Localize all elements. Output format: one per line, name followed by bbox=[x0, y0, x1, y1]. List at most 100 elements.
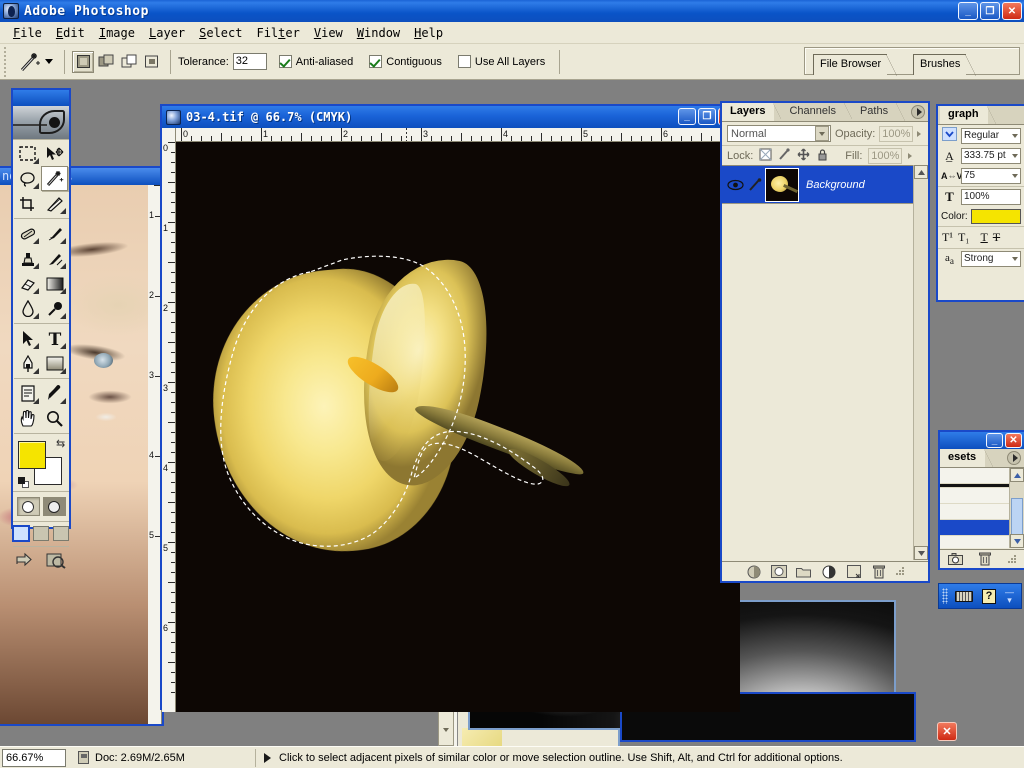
options-bar-gripper[interactable] bbox=[2, 46, 10, 77]
history-brush-tool[interactable] bbox=[41, 246, 68, 271]
layer-style-icon[interactable] bbox=[746, 564, 762, 579]
list-item[interactable] bbox=[940, 504, 1009, 520]
menu-item-filter[interactable]: Filter bbox=[249, 24, 306, 42]
intersect-with-selection-button[interactable] bbox=[141, 50, 163, 73]
text-color-swatch[interactable] bbox=[970, 209, 1021, 224]
lock-position-icon[interactable] bbox=[797, 148, 810, 164]
notes-tool[interactable] bbox=[14, 381, 41, 406]
horizontal-scale-input[interactable]: 100% bbox=[961, 189, 1021, 205]
antialias-dropdown[interactable]: Strong bbox=[961, 251, 1021, 267]
move-tool[interactable] bbox=[41, 141, 68, 166]
close-button[interactable]: ✕ bbox=[1005, 433, 1022, 448]
jump-to-imageready-icon[interactable] bbox=[16, 552, 38, 572]
clone-stamp-tool[interactable] bbox=[14, 246, 41, 271]
tolerance-input[interactable]: 32 bbox=[232, 53, 267, 70]
tab-layers[interactable]: Layers bbox=[722, 103, 784, 121]
standard-mode-button[interactable] bbox=[16, 497, 40, 516]
superscript-button[interactable]: T¹ bbox=[942, 230, 953, 245]
brush-tool[interactable] bbox=[41, 221, 68, 246]
lock-transparency-icon[interactable] bbox=[759, 148, 772, 164]
chevron-down-icon[interactable] bbox=[1010, 534, 1024, 548]
collapse-icon[interactable]: — ▾ bbox=[1005, 588, 1014, 605]
menu-item-file[interactable]: FFileile bbox=[6, 24, 49, 42]
layers-scrollbar[interactable] bbox=[913, 165, 928, 560]
checkbox-icon[interactable] bbox=[278, 55, 292, 68]
palette-resize-gripper[interactable] bbox=[895, 564, 905, 579]
tool-presets-title-bar[interactable]: _ ✕ bbox=[940, 432, 1024, 449]
tab-paths[interactable]: Paths bbox=[851, 103, 906, 121]
document-size-info[interactable]: Doc: 2.69M/2.65M bbox=[70, 748, 256, 767]
brush-icon[interactable] bbox=[745, 177, 765, 192]
full-screen-with-menubar-button[interactable] bbox=[33, 526, 49, 541]
document-maximize-button[interactable]: ❐ bbox=[698, 108, 716, 125]
strikethrough-button[interactable]: T bbox=[993, 230, 1000, 245]
chevron-up-icon[interactable] bbox=[1010, 468, 1024, 482]
tracking-input[interactable]: 75 bbox=[961, 168, 1021, 184]
path-selection-tool[interactable] bbox=[14, 326, 41, 351]
palette-menu-icon[interactable] bbox=[1007, 451, 1021, 465]
menu-item-edit[interactable]: Edit bbox=[49, 24, 92, 42]
new-preset-icon[interactable] bbox=[947, 552, 963, 567]
chevron-down-icon[interactable] bbox=[914, 546, 928, 560]
subscript-button[interactable]: T₁ bbox=[958, 230, 970, 245]
maximize-button[interactable]: ❐ bbox=[980, 2, 1000, 20]
delete-layer-icon[interactable] bbox=[871, 564, 887, 579]
new-selection-button[interactable] bbox=[72, 50, 94, 73]
underline-button[interactable]: T bbox=[980, 230, 987, 245]
menu-item-window[interactable]: Window bbox=[350, 24, 407, 42]
new-group-icon[interactable] bbox=[796, 564, 812, 579]
menu-item-help[interactable]: Help bbox=[407, 24, 450, 42]
close-button[interactable]: ✕ bbox=[1002, 2, 1022, 20]
checkbox-icon[interactable] bbox=[369, 55, 383, 68]
table-row[interactable]: Background bbox=[722, 166, 928, 204]
fill-slider-arrow-icon[interactable] bbox=[908, 153, 913, 159]
anti-aliased-checkbox[interactable]: Anti-aliased bbox=[278, 55, 357, 68]
status-menu-arrow-icon[interactable] bbox=[264, 752, 271, 763]
slice-tool[interactable] bbox=[41, 191, 68, 216]
blend-mode-dropdown[interactable]: Normal bbox=[727, 125, 831, 142]
adjustment-layer-icon[interactable] bbox=[821, 564, 837, 579]
layer-name[interactable]: Background bbox=[806, 179, 911, 191]
character-palette[interactable]: graph Regular A̲ 333.75 pt A⇔V 75 T 100% bbox=[936, 104, 1024, 302]
chevron-up-icon[interactable] bbox=[914, 165, 928, 179]
tab-paragraph[interactable]: graph bbox=[940, 106, 996, 124]
layers-palette[interactable]: Layers Channels Paths Normal Opacity: 10… bbox=[720, 101, 930, 583]
zoom-level-input[interactable]: 66.67% bbox=[2, 748, 66, 767]
chevron-down-icon[interactable] bbox=[815, 126, 829, 141]
zoom-tool[interactable] bbox=[41, 406, 68, 431]
default-colors-icon[interactable] bbox=[18, 477, 30, 489]
menu-item-select[interactable]: Select bbox=[192, 24, 249, 42]
palette-well-tab-file-browser[interactable]: File Browser bbox=[813, 54, 898, 76]
opacity-slider-arrow-icon[interactable] bbox=[917, 130, 922, 137]
list-item[interactable] bbox=[940, 520, 1009, 536]
dodge-tool[interactable] bbox=[41, 296, 68, 321]
mini-toolbar[interactable]: ? — ▾ bbox=[938, 583, 1022, 609]
edit-in-imageready-icon[interactable] bbox=[46, 552, 66, 572]
menu-item-image[interactable]: Image bbox=[92, 24, 142, 42]
horizontal-ruler[interactable]: 0 1 2 3 4 5 6 bbox=[162, 128, 742, 142]
foreground-color-swatch[interactable] bbox=[18, 441, 46, 469]
document-title-bar[interactable]: 03-4.tif @ 66.7% (CMYK) _ ❐ ✕ bbox=[162, 106, 738, 128]
chevron-down-icon[interactable] bbox=[45, 59, 53, 64]
scrollbar-thumb[interactable] bbox=[1011, 498, 1023, 536]
gradient-tool[interactable] bbox=[41, 271, 68, 296]
layer-thumbnail[interactable] bbox=[765, 167, 799, 202]
menu-item-layer[interactable]: Layer bbox=[142, 24, 192, 42]
eyedropper-tool[interactable] bbox=[41, 381, 68, 406]
close-icon[interactable]: ✕ bbox=[937, 722, 957, 741]
eraser-tool[interactable] bbox=[14, 271, 41, 296]
help-icon[interactable]: ? bbox=[980, 588, 998, 604]
toolbox[interactable]: T ⇆ bbox=[11, 88, 71, 569]
list-item[interactable] bbox=[940, 468, 1009, 484]
use-all-layers-checkbox[interactable]: Use All Layers bbox=[457, 55, 549, 68]
lock-image-pixels-icon[interactable] bbox=[778, 148, 791, 164]
current-tool-preset-picker[interactable] bbox=[12, 49, 57, 75]
minimize-button[interactable]: _ bbox=[986, 433, 1003, 448]
minimize-button[interactable]: _ bbox=[958, 2, 978, 20]
font-style-dropdown[interactable]: Regular bbox=[961, 127, 1021, 144]
crop-tool[interactable] bbox=[14, 191, 41, 216]
layer-mask-icon[interactable] bbox=[770, 564, 787, 579]
eye-icon[interactable] bbox=[725, 179, 745, 191]
lasso-tool[interactable] bbox=[14, 166, 41, 191]
fill-value[interactable]: 100% bbox=[868, 148, 903, 164]
